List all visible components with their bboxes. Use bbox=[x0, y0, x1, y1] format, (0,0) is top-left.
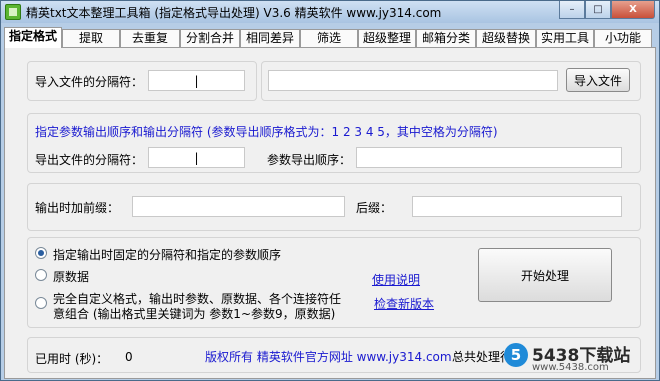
tab-extract[interactable]: 提取 bbox=[62, 29, 120, 47]
tab-content: 导入文件的分隔符： 导入文件 指定参数输出顺序和输出分隔符 (参数导出顺序格式为… bbox=[4, 47, 656, 379]
option-custom-radio[interactable] bbox=[35, 297, 47, 309]
import-path-input[interactable] bbox=[268, 70, 558, 91]
tab-super-replace[interactable]: 超级替换 bbox=[476, 29, 536, 47]
app-window: 精英txt文本整理工具箱 (指定格式导出处理) V3.6 精英软件 www.jy… bbox=[0, 0, 660, 381]
window-title: 精英txt文本整理工具箱 (指定格式导出处理) V3.6 精英软件 www.jy… bbox=[26, 6, 442, 20]
option-fixed-radio[interactable] bbox=[35, 247, 47, 259]
tab-utilities[interactable]: 实用工具 bbox=[536, 29, 594, 47]
copyright-text: 版权所有 精英软件官方网址 www.jy314.com bbox=[205, 350, 452, 364]
export-separator-input[interactable] bbox=[148, 147, 245, 168]
watermark-logo-icon: 5 bbox=[504, 343, 528, 367]
prefix-label: 输出时加前缀： bbox=[35, 201, 120, 215]
title-bar[interactable]: 精英txt文本整理工具箱 (指定格式导出处理) V3.6 精英软件 www.jy… bbox=[1, 1, 659, 23]
tab-super-organize[interactable]: 超级整理 bbox=[358, 29, 416, 47]
close-button[interactable]: X bbox=[611, 1, 655, 19]
maximize-button[interactable]: □ bbox=[585, 1, 611, 19]
start-processing-button[interactable]: 开始处理 bbox=[478, 248, 612, 302]
import-separator-input[interactable] bbox=[148, 70, 245, 91]
help-link[interactable]: 使用说明 bbox=[372, 271, 420, 288]
watermark-url: www.5438.com bbox=[532, 362, 609, 373]
prefix-input[interactable] bbox=[132, 196, 345, 217]
option-raw-radio[interactable] bbox=[35, 269, 47, 281]
export-order-label: 参数导出顺序： bbox=[267, 153, 352, 167]
tab-email-sort[interactable]: 邮箱分类 bbox=[416, 29, 476, 47]
elapsed-label: 已用时 (秒)： bbox=[35, 352, 109, 366]
minimize-button[interactable]: – bbox=[559, 1, 585, 19]
app-icon bbox=[5, 4, 21, 20]
window-controls: – □ X bbox=[559, 1, 655, 19]
tab-diff[interactable]: 相同差异 bbox=[240, 29, 300, 47]
import-separator-label: 导入文件的分隔符： bbox=[35, 75, 144, 89]
tab-format[interactable]: 指定格式 bbox=[4, 27, 62, 48]
suffix-input[interactable] bbox=[412, 196, 622, 217]
export-separator-label: 导出文件的分隔符： bbox=[35, 153, 144, 167]
option-custom-label-line2[interactable]: 意组合 (输出格式里关键词为 参数1~参数9，原数据) bbox=[53, 305, 335, 322]
tab-filter[interactable]: 筛选 bbox=[300, 29, 358, 47]
tab-dedupe[interactable]: 去重复 bbox=[120, 29, 180, 47]
tab-strip: 指定格式 提取 去重复 分割合并 相同差异 筛选 超级整理 邮箱分类 超级替换 … bbox=[4, 27, 656, 48]
tab-split-merge[interactable]: 分割合并 bbox=[180, 29, 240, 47]
option-raw-label[interactable]: 原数据 bbox=[53, 268, 89, 285]
check-update-link[interactable]: 检查新版本 bbox=[374, 295, 434, 312]
tab-small-functions[interactable]: 小功能 bbox=[594, 29, 652, 47]
option-fixed-label[interactable]: 指定输出时固定的分隔符和指定的参数顺序 bbox=[53, 246, 281, 263]
elapsed-value: 0 bbox=[125, 350, 133, 364]
export-order-input[interactable] bbox=[356, 147, 622, 168]
export-hint-text: 指定参数输出顺序和输出分隔符 (参数导出顺序格式为：1 2 3 4 5，其中空格… bbox=[35, 125, 498, 139]
import-file-button[interactable]: 导入文件 bbox=[566, 68, 630, 92]
suffix-label: 后缀： bbox=[356, 201, 393, 215]
